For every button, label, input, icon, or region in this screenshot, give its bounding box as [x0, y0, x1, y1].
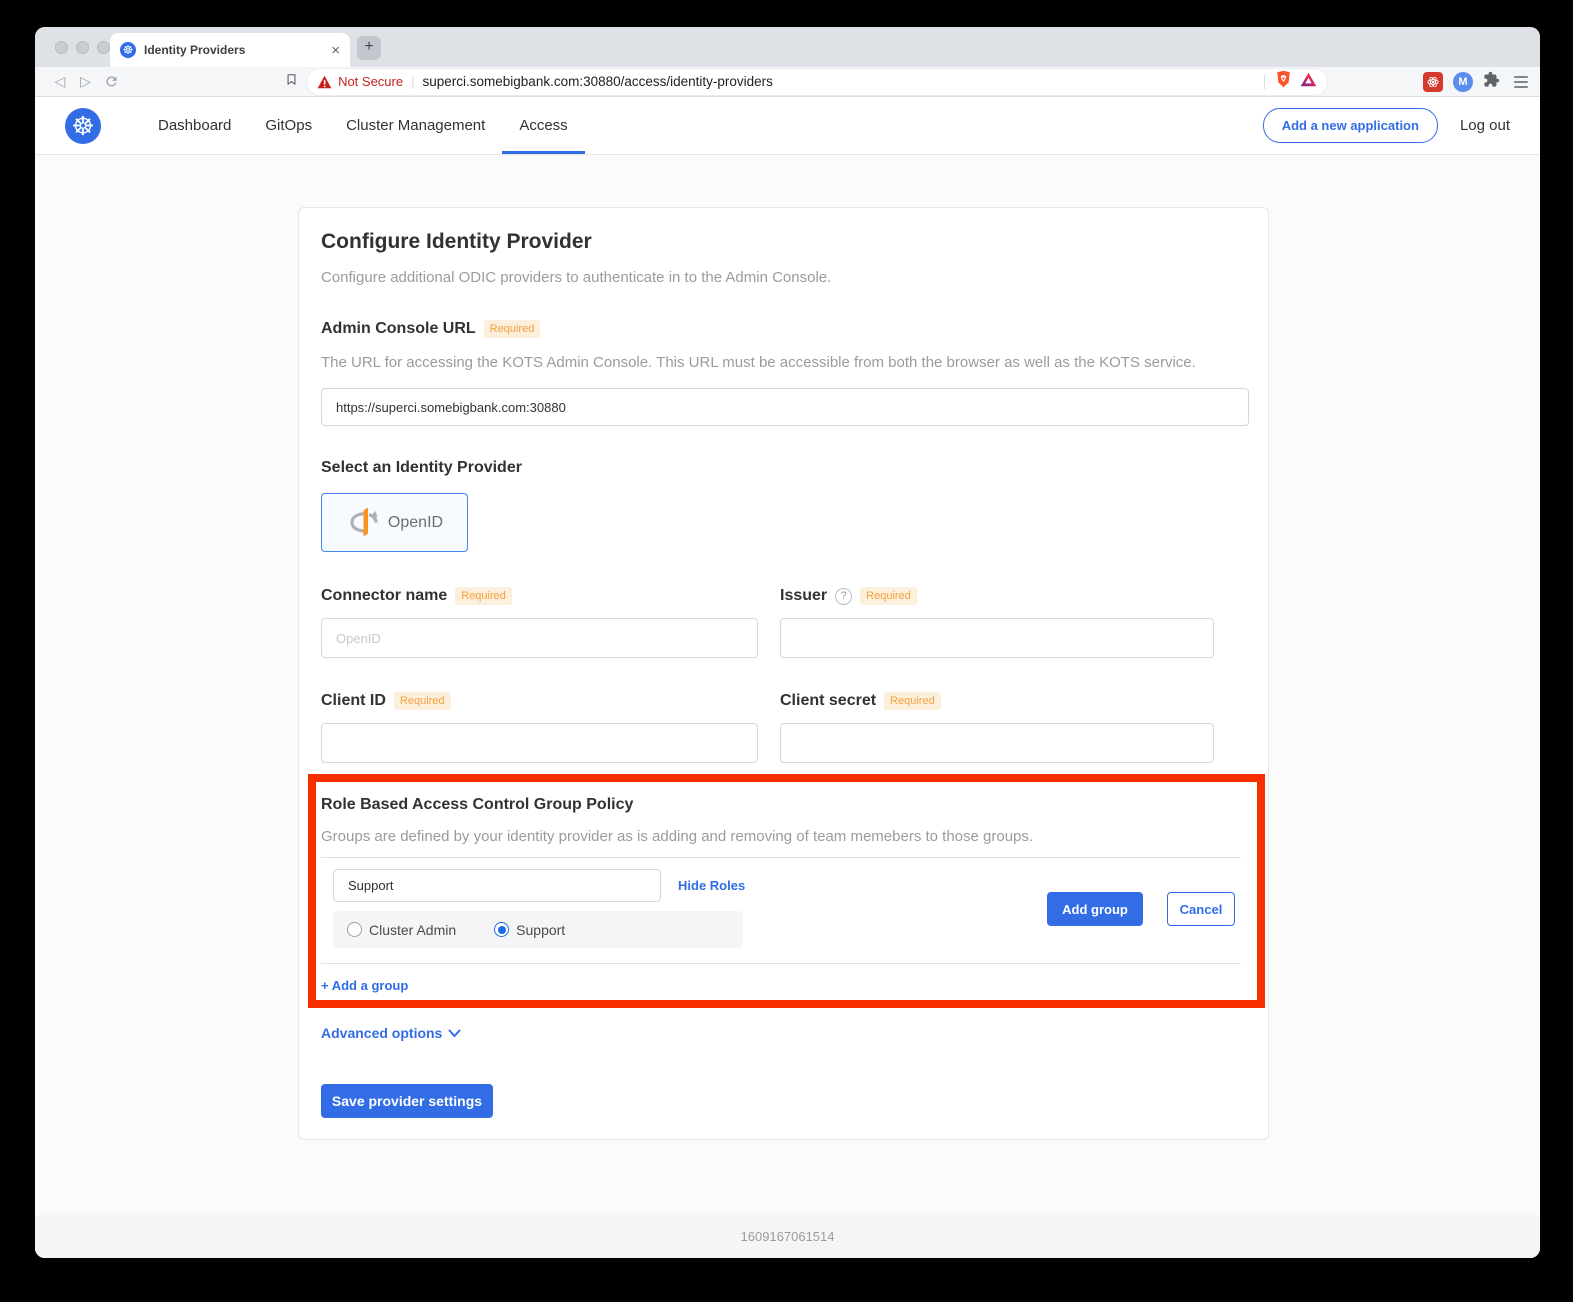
zoom-window-button[interactable]: [97, 41, 110, 54]
logout-button[interactable]: Log out: [1460, 117, 1510, 134]
required-badge: Required: [860, 587, 917, 605]
role-radio-group: Cluster Admin Support: [333, 911, 743, 948]
save-provider-settings-button[interactable]: Save provider settings: [321, 1084, 493, 1118]
nav-links: Dashboard GitOps Cluster Management Acce…: [141, 97, 585, 154]
connector-name-label: Connector name: [321, 587, 447, 605]
add-a-group-link[interactable]: + Add a group: [321, 978, 408, 993]
page-title: Configure Identity Provider: [321, 230, 592, 254]
nav-item-dashboard[interactable]: Dashboard: [141, 97, 248, 154]
openid-logo-icon: [346, 507, 382, 539]
chevron-down-icon: [448, 1029, 461, 1038]
admin-console-url-label: Admin Console URL: [321, 320, 476, 338]
reload-icon: [104, 74, 119, 89]
select-identity-provider-label: Select an Identity Provider: [321, 459, 522, 477]
bat-rewards-icon[interactable]: [1300, 72, 1317, 92]
client-id-input[interactable]: [321, 723, 758, 763]
page-content: Configure Identity Provider Configure ad…: [35, 155, 1540, 1258]
advanced-options-toggle[interactable]: Advanced options: [321, 1025, 461, 1041]
required-badge: Required: [394, 692, 451, 710]
tab-strip: ☸ Identity Providers × +: [35, 27, 1540, 67]
nav-item-gitops[interactable]: GitOps: [248, 97, 329, 154]
browser-tab[interactable]: ☸ Identity Providers ×: [110, 33, 350, 67]
app-navbar: ☸ Dashboard GitOps Cluster Management Ac…: [35, 97, 1540, 155]
minimize-window-button[interactable]: [76, 41, 89, 54]
admin-console-url-input[interactable]: [321, 388, 1249, 426]
add-group-button[interactable]: Add group: [1047, 892, 1143, 926]
extension-icon[interactable]: [1423, 72, 1443, 92]
admin-console-url-help: The URL for accessing the KOTS Admin Con…: [321, 354, 1196, 371]
issuer-help-icon[interactable]: ?: [835, 588, 852, 605]
rbac-section-title: Role Based Access Control Group Policy: [321, 796, 633, 814]
extension-area: M: [1423, 71, 1528, 93]
tab-favicon-kubernetes-icon: ☸: [120, 42, 136, 58]
client-id-label: Client ID: [321, 692, 386, 710]
tab-title: Identity Providers: [144, 43, 323, 57]
identity-provider-card: Configure Identity Provider Configure ad…: [298, 207, 1269, 1140]
role-option-support[interactable]: Support: [494, 922, 565, 938]
rbac-section-description: Groups are defined by your identity prov…: [321, 828, 1033, 845]
forward-button[interactable]: ▷: [73, 73, 99, 90]
new-tab-button[interactable]: +: [357, 36, 381, 60]
radio-checked-icon[interactable]: [494, 922, 509, 937]
advanced-options-label: Advanced options: [321, 1025, 442, 1041]
close-window-button[interactable]: [55, 41, 68, 54]
extensions-puzzle-icon[interactable]: [1483, 71, 1500, 93]
client-secret-input[interactable]: [780, 723, 1214, 763]
nav-item-access[interactable]: Access: [502, 97, 584, 154]
profile-avatar[interactable]: M: [1453, 72, 1473, 92]
url-text[interactable]: superci.somebigbank.com:30880/access/ide…: [423, 74, 1265, 89]
hide-roles-link[interactable]: Hide Roles: [678, 878, 745, 893]
issuer-label: Issuer: [780, 587, 827, 605]
url-separator: |: [411, 74, 414, 89]
kubernetes-logo-icon[interactable]: ☸: [65, 108, 101, 144]
browser-toolbar: ◁ ▷ Not Secure | superci.somebigbank.com…: [35, 67, 1540, 97]
required-badge: Required: [884, 692, 941, 710]
nav-item-cluster-management[interactable]: Cluster Management: [329, 97, 502, 154]
role-option-cluster-admin[interactable]: Cluster Admin: [347, 922, 456, 938]
back-button[interactable]: ◁: [47, 73, 73, 90]
rbac-divider: [321, 857, 1241, 858]
page-footer: 1609167061514: [35, 1215, 1540, 1258]
issuer-input[interactable]: [780, 618, 1214, 658]
browser-menu-icon[interactable]: [1514, 76, 1528, 88]
group-name-input[interactable]: [333, 869, 661, 902]
radio-unchecked-icon[interactable]: [347, 922, 362, 937]
timestamp-text: 1609167061514: [741, 1229, 835, 1244]
tab-close-icon[interactable]: ×: [331, 42, 340, 59]
cancel-button[interactable]: Cancel: [1167, 892, 1235, 926]
bookmark-icon[interactable]: [284, 72, 299, 92]
not-secure-label[interactable]: Not Secure: [338, 74, 403, 89]
client-secret-label: Client secret: [780, 692, 876, 710]
openid-provider-label: OpenID: [388, 514, 443, 532]
address-bar[interactable]: Not Secure | superci.somebigbank.com:308…: [307, 69, 1327, 95]
openid-provider-tile[interactable]: OpenID: [321, 493, 468, 552]
required-badge: Required: [484, 320, 541, 338]
brave-shield-icon[interactable]: [1275, 70, 1292, 93]
omnibox-divider: [1264, 75, 1265, 89]
role-option-label: Cluster Admin: [369, 922, 456, 938]
window-controls[interactable]: [55, 41, 110, 54]
rbac-divider: [321, 963, 1241, 964]
required-badge: Required: [455, 587, 512, 605]
role-option-label: Support: [516, 922, 565, 938]
connector-name-input[interactable]: [321, 618, 758, 658]
add-new-application-button[interactable]: Add a new application: [1263, 108, 1438, 143]
reload-button[interactable]: [98, 74, 124, 89]
not-secure-warning-icon[interactable]: [317, 75, 332, 89]
page-subtitle: Configure additional ODIC providers to a…: [321, 269, 831, 286]
browser-window: ☸ Identity Providers × + ◁ ▷ Not Secure …: [35, 27, 1540, 1258]
